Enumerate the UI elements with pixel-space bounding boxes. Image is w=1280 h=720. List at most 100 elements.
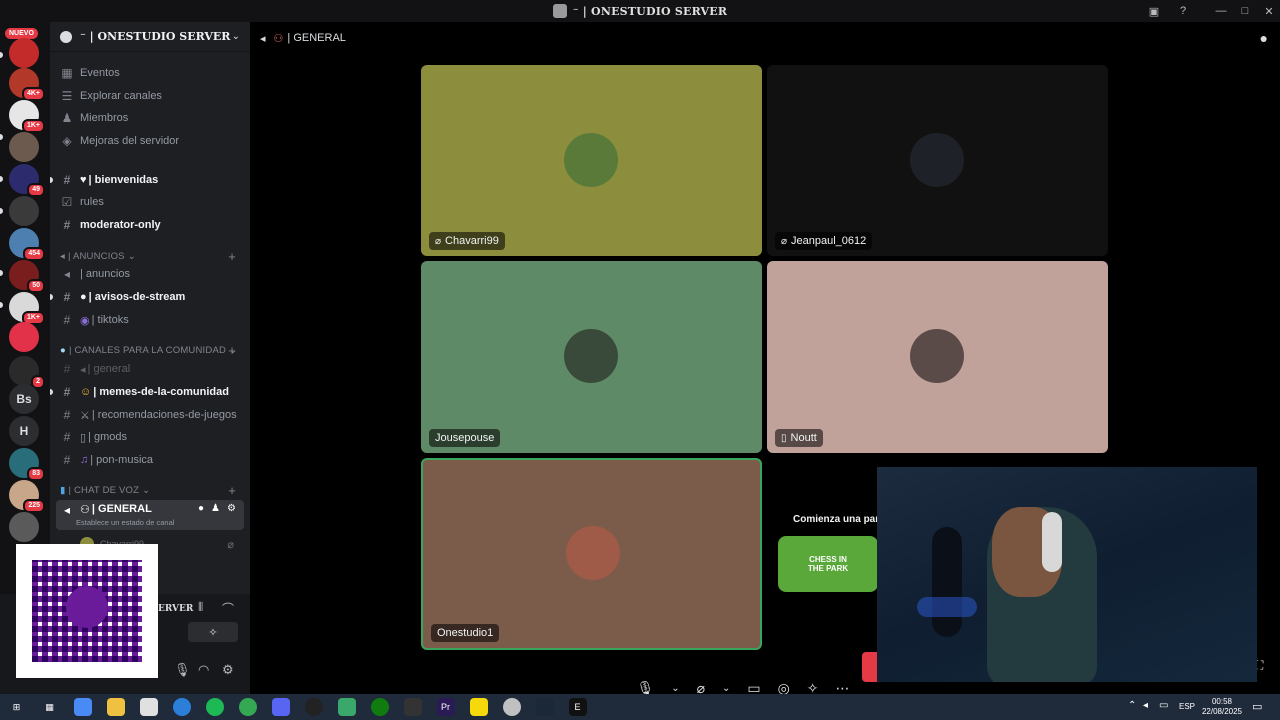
server-icon[interactable]: 1K+ (9, 100, 45, 133)
channel-recomendaciones[interactable]: # ⚔ | recomendaciones-de-juegos (56, 405, 244, 425)
server-bs[interactable]: Bs (9, 384, 39, 414)
server-icon[interactable]: 2 (9, 356, 45, 389)
hash-icon: # (63, 385, 71, 399)
channel-anuncios[interactable]: ◂ | anuncios (56, 264, 244, 284)
add-channel-icon[interactable]: + (228, 483, 236, 498)
mic-icon[interactable]: 🎙 (174, 662, 191, 678)
edge-icon[interactable] (172, 698, 191, 716)
chat-icon[interactable]: ● (1260, 30, 1268, 46)
activity-card[interactable]: CHESS IN THE PARK (778, 536, 878, 592)
close-button[interactable]: ✕ (1261, 3, 1277, 19)
add-user-icon[interactable]: ♟ (211, 503, 220, 514)
clock[interactable]: 00:58 22/08/2025 (1202, 697, 1242, 717)
members-item[interactable]: ♟ Miembros (56, 108, 244, 128)
category-chat-de-voz[interactable]: ▮ | CHAT DE VOZ ⌄ + (56, 482, 244, 498)
heart-icon: ♥ (80, 174, 87, 186)
server-icon[interactable] (9, 322, 39, 352)
add-channel-icon[interactable]: + (228, 249, 236, 264)
chevron-down-icon: ⌄ (231, 31, 240, 42)
help-icon[interactable]: ? (1175, 3, 1191, 19)
channel-tiktoks[interactable]: # ◉ | tiktoks (56, 310, 244, 330)
voice-status[interactable]: Establece un estado de canal (76, 518, 174, 527)
server-icon[interactable]: 454 (9, 228, 45, 261)
mobile-icon: ▯ (781, 432, 787, 444)
server-header[interactable]: ⁻ | ONESTUDIO SERVER ⌄ (50, 22, 250, 52)
language-indicator[interactable]: ESP (1179, 702, 1195, 711)
epic-games-icon[interactable]: E (568, 698, 587, 716)
activity-button[interactable]: ✧ (188, 622, 238, 642)
category-anuncios[interactable]: ◂ | ANUNCIOS ⌄ + (56, 248, 244, 264)
chevron-down-icon[interactable]: ⌄ (722, 683, 730, 694)
channel-pon-musica[interactable]: # ♫ | pon-musica (56, 450, 244, 470)
browse-channels-item[interactable]: ☰ Explorar canales (56, 86, 244, 106)
discord-icon[interactable] (271, 698, 290, 716)
events-item[interactable]: ▦ Eventos (56, 63, 244, 83)
spotify-icon[interactable] (205, 698, 224, 716)
server-icon[interactable]: 4K+ (9, 68, 45, 101)
voice-channel-general[interactable]: ◂ ⚇ | GENERAL ● ♟ ⚙ Establece un estado … (56, 500, 244, 530)
chevron-down-icon[interactable]: ⌄ (671, 683, 679, 694)
steam-icon[interactable] (535, 698, 554, 716)
server-icon[interactable]: 1K+ (9, 292, 45, 325)
title-bar: ⁻ | ONESTUDIO SERVER ▣ ? — □ ✕ (0, 0, 1280, 22)
server-h[interactable]: H (9, 416, 39, 446)
participant-tile-speaking[interactable]: Onestudio1 (421, 458, 762, 650)
server-icon[interactable]: 50 (9, 260, 45, 293)
channel-moderator-only[interactable]: # moderator-only (56, 215, 244, 235)
maximize-button[interactable]: □ (1237, 3, 1253, 19)
noise-icon[interactable]: ⦀ (198, 600, 203, 615)
app-icon[interactable] (502, 698, 521, 716)
add-channel-icon[interactable]: + (228, 343, 236, 358)
chat-icon[interactable]: ● (198, 503, 204, 514)
chrome-icon[interactable] (238, 698, 257, 716)
minimize-button[interactable]: — (1213, 3, 1229, 19)
sticky-notes-icon[interactable] (469, 698, 488, 716)
channel-bienvenidas[interactable]: # ♥ | bienvenidas (50, 170, 244, 190)
chevron-down-icon: ⌄ (127, 250, 136, 262)
people-icon: ⚇ (80, 504, 90, 516)
channel-gmods[interactable]: # ▯ | gmods (56, 427, 244, 447)
task-view-icon[interactable]: ▦ (41, 698, 59, 716)
premiere-icon[interactable]: Pr (436, 698, 455, 716)
disconnect-button[interactable] (862, 652, 878, 682)
notifications-icon[interactable]: ▭ (1252, 700, 1262, 713)
webcam-overlay (877, 467, 1257, 682)
obs-icon[interactable] (304, 698, 323, 716)
game-launcher-icon[interactable] (403, 698, 422, 716)
participant-tile[interactable]: ⌀ Chavarri99 (421, 65, 762, 256)
tray-chevron-icon[interactable]: ⌃ (1128, 700, 1136, 711)
category-comunidad[interactable]: ● | CANALES PARA LA COMUNIDAD ⌄ + (56, 342, 244, 358)
compass-icon: ☰ (61, 89, 73, 103)
gear-icon[interactable]: ⚙ (227, 503, 236, 514)
server-icon[interactable]: 83 (9, 448, 45, 481)
network-icon[interactable]: ▭ (1159, 700, 1168, 711)
store-icon[interactable] (139, 698, 158, 716)
disconnect-icon[interactable]: ⌒ (222, 600, 234, 617)
server-icon[interactable]: 225 (9, 480, 45, 513)
channel-general-text[interactable]: # ◂ | general (56, 359, 244, 379)
files-icon[interactable] (106, 698, 125, 716)
headphones-icon[interactable]: ◠ (198, 662, 209, 678)
participant-tile[interactable]: ▯ Noutt (767, 261, 1108, 453)
server-icon[interactable] (9, 196, 39, 226)
inbox-icon[interactable]: ▣ (1146, 3, 1162, 19)
explorer-icon[interactable] (337, 698, 356, 716)
server-icon[interactable]: 49 (9, 164, 45, 197)
channel-avisos-de-stream[interactable]: # ● | avisos-de-stream (50, 287, 244, 307)
participant-tile[interactable]: ⌀ Jeanpaul_0612 (767, 65, 1108, 256)
volume-icon[interactable]: ◂ (1143, 700, 1148, 711)
participant-tile[interactable]: Jousepouse (421, 261, 762, 453)
server-icon[interactable] (9, 132, 39, 162)
xbox-icon[interactable] (370, 698, 389, 716)
hash-icon: # (63, 408, 71, 422)
participant-label: Onestudio1 (431, 624, 500, 642)
server-icon[interactable] (9, 38, 39, 68)
channel-rules[interactable]: ☑ rules (56, 192, 244, 212)
channel-memes[interactable]: # ☺ | memes-de-la-comunidad (50, 382, 244, 402)
boosts-item[interactable]: ◈ Mejoras del servidor (56, 131, 244, 151)
windows-start-icon[interactable]: ⊞ (8, 698, 26, 716)
copilot-icon[interactable] (73, 698, 92, 716)
server-icon[interactable] (9, 512, 39, 542)
gear-icon[interactable]: ⚙ (222, 662, 234, 678)
smile-icon: ☺ (80, 386, 92, 398)
